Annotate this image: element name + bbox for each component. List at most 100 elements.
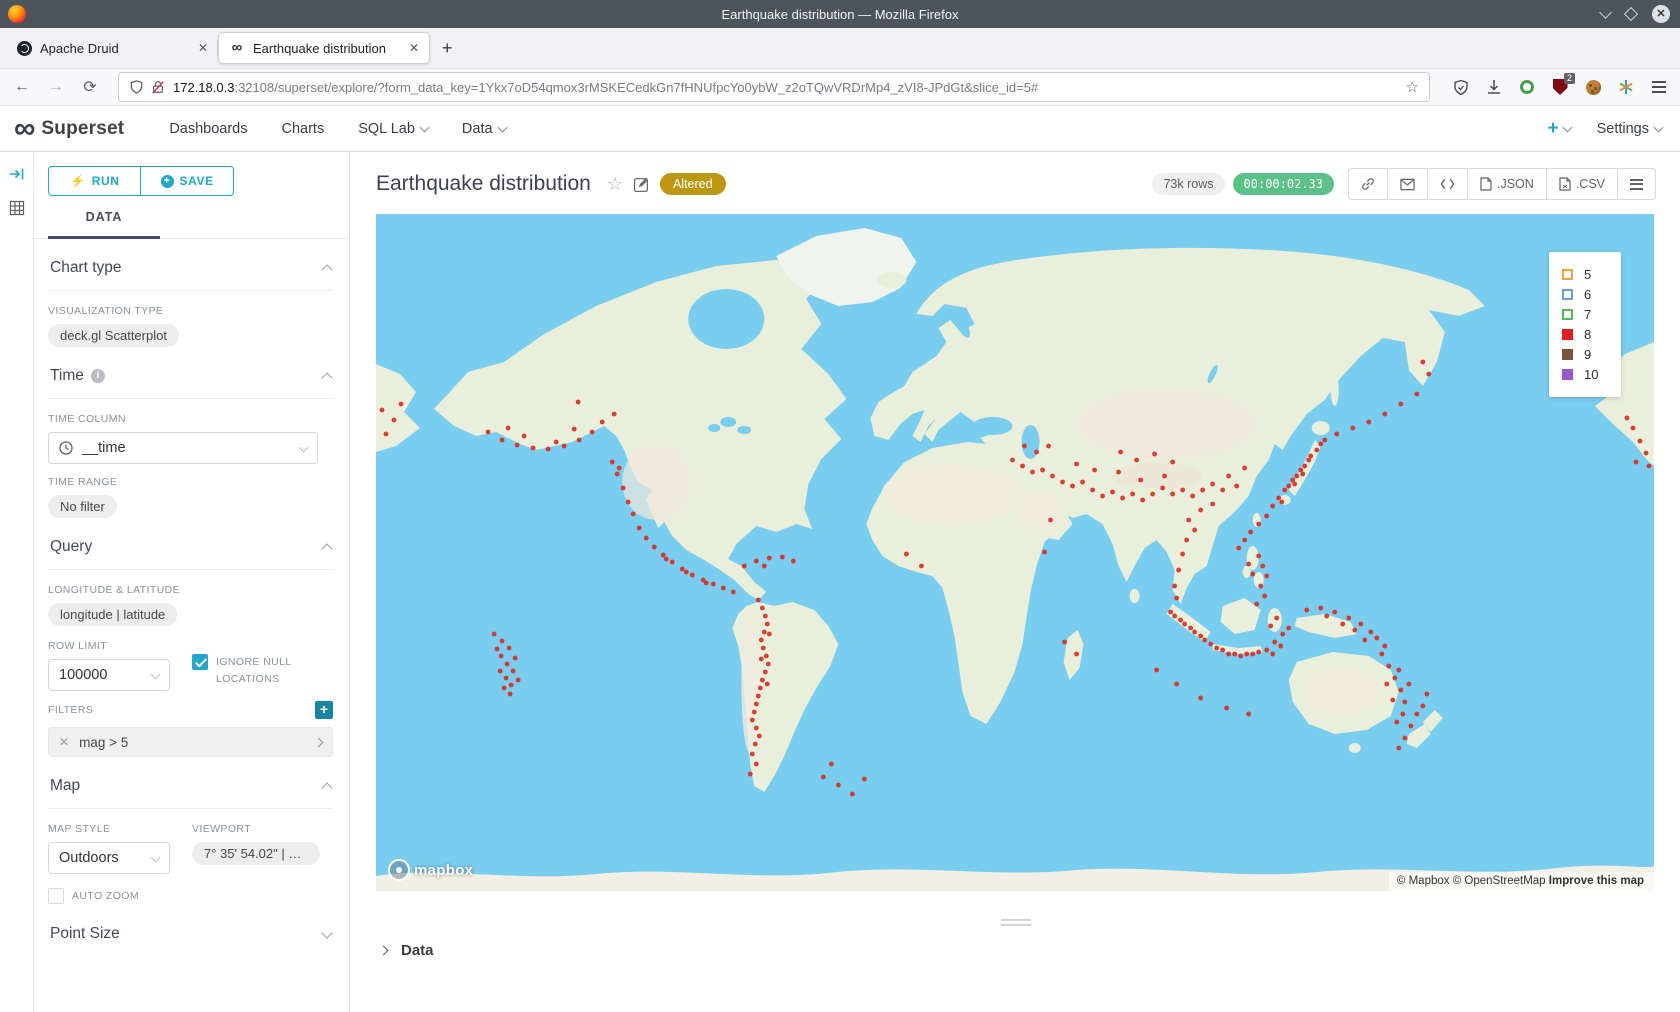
auto-zoom-checkbox[interactable] xyxy=(48,888,64,904)
superset-favicon-icon: ∞ xyxy=(229,40,245,56)
browser-toolbar: ← → ⟳ 172.18.0.3:32108/superset/explore/… xyxy=(0,68,1680,106)
attribution-osm-link[interactable]: © OpenStreetMap xyxy=(1453,875,1546,887)
favorite-star-icon[interactable]: ☆ xyxy=(607,174,623,195)
export-json-button[interactable]: .JSON xyxy=(1467,169,1546,199)
section-query[interactable]: Query xyxy=(48,518,333,569)
forward-button[interactable]: → xyxy=(46,78,66,96)
shield-permissions-icon[interactable] xyxy=(129,79,144,95)
nav-charts[interactable]: Charts xyxy=(282,121,325,137)
firefox-icon xyxy=(8,5,26,23)
superset-logo[interactable]: ∞ Superset xyxy=(14,116,124,142)
landmasses xyxy=(376,228,1654,891)
embed-code-button[interactable] xyxy=(1427,169,1467,199)
deckgl-scatter-map[interactable]: 5 6 7 8 9 10 mapbox © Mapbox © OpenStreetMap … xyxy=(376,214,1654,891)
back-button[interactable]: ← xyxy=(12,78,32,96)
dataset-grid-icon[interactable] xyxy=(9,200,25,216)
run-button[interactable]: ⚡RUN xyxy=(48,166,142,196)
nav-data[interactable]: Data xyxy=(462,121,506,137)
tab-label: Apache Druid xyxy=(40,41,190,56)
map-style-select[interactable]: Outdoors xyxy=(48,842,170,874)
legend-swatch-icon xyxy=(1562,289,1573,300)
attribution-mapbox-link[interactable]: © Mapbox xyxy=(1397,875,1450,887)
edit-properties-icon[interactable] xyxy=(633,176,650,193)
time-column-select[interactable]: __time xyxy=(48,432,318,464)
section-point-size[interactable]: Point Size xyxy=(48,905,333,956)
section-chart-type[interactable]: Chart type xyxy=(48,239,333,290)
panel-resize-handle[interactable] xyxy=(1001,919,1031,926)
data-panel-label: Data xyxy=(401,942,434,959)
legend-item[interactable]: 9 xyxy=(1562,347,1607,362)
time-range-label: TIME RANGE xyxy=(48,476,333,488)
ignore-null-checkbox[interactable] xyxy=(192,654,208,670)
menu-icon[interactable] xyxy=(1650,78,1668,96)
filters-label: FILTERS xyxy=(48,704,93,716)
new-tab-button[interactable]: + xyxy=(442,38,453,59)
window-shade-icon[interactable] xyxy=(1599,6,1612,19)
legend-item[interactable]: 8 xyxy=(1562,327,1607,342)
asterisk-extension-icon[interactable] xyxy=(1617,78,1635,96)
mapbox-logo[interactable]: mapbox xyxy=(388,859,473,881)
control-panel: ⚡RUN +SAVE DATA Chart type VISUALIZATION… xyxy=(34,152,350,1012)
tab-close-icon[interactable]: ✕ xyxy=(198,41,208,55)
altered-badge[interactable]: Altered xyxy=(660,173,726,195)
chart-container: Earthquake distribution ☆ Altered 73k ro… xyxy=(350,152,1680,1012)
legend-item[interactable]: 6 xyxy=(1562,287,1607,302)
new-item-button[interactable]: + xyxy=(1547,118,1570,140)
protections-shield-icon[interactable] xyxy=(1452,78,1470,96)
row-limit-select[interactable]: 100000 xyxy=(48,659,170,691)
email-button[interactable] xyxy=(1387,169,1427,199)
nav-dashboards[interactable]: Dashboards xyxy=(169,121,247,137)
ublock-shield-icon[interactable]: 2 xyxy=(1551,78,1569,96)
expand-panel-icon[interactable] xyxy=(9,166,25,182)
tab-earthquake-distribution[interactable]: ∞ Earthquake distribution ✕ xyxy=(218,32,430,64)
legend-item[interactable]: 10 xyxy=(1562,367,1607,382)
legend-swatch-icon xyxy=(1562,309,1573,320)
legend-item[interactable]: 7 xyxy=(1562,307,1607,322)
nav-sql-lab[interactable]: SQL Lab xyxy=(358,121,428,137)
remove-filter-icon[interactable]: ✕ xyxy=(59,735,69,749)
plus-circle-icon: + xyxy=(161,175,174,188)
legend-swatch-icon xyxy=(1562,369,1573,380)
filter-chip[interactable]: ✕ mag > 5 xyxy=(48,727,333,757)
bolt-icon: ⚡ xyxy=(70,174,86,188)
ignore-null-label: IGNORE NULL LOCATIONS xyxy=(216,654,326,688)
info-icon: i xyxy=(91,369,105,383)
chevron-down-icon xyxy=(299,442,309,452)
save-button[interactable]: +SAVE xyxy=(140,166,234,196)
brand-name: Superset xyxy=(41,118,124,140)
extension-green-icon[interactable] xyxy=(1518,78,1536,96)
downloads-icon[interactable] xyxy=(1485,78,1503,96)
export-csv-button[interactable]: .CSV xyxy=(1546,169,1617,199)
druid-favicon-icon xyxy=(16,40,32,56)
cookie-extension-icon[interactable] xyxy=(1584,78,1602,96)
chevron-down-icon xyxy=(151,852,161,862)
url-input[interactable]: 172.18.0.3:32108/superset/explore/?form_… xyxy=(118,72,1430,102)
lonlat-label: LONGITUDE & LATITUDE xyxy=(48,584,333,596)
data-collapse-panel[interactable]: Data xyxy=(376,942,1656,959)
window-maximize-icon[interactable] xyxy=(1624,7,1638,21)
url-text: 172.18.0.3:32108/superset/explore/?form_… xyxy=(173,80,1398,95)
window-close-button[interactable]: ✕ xyxy=(1652,5,1670,23)
viewport-value[interactable]: 7° 35' 54.02" | 31... xyxy=(192,842,320,865)
time-range-value[interactable]: No filter xyxy=(48,495,117,518)
reload-button[interactable]: ⟳ xyxy=(80,77,100,97)
map-attribution: © Mapbox © OpenStreetMap Improve this ma… xyxy=(1389,872,1654,891)
tab-close-icon[interactable]: ✕ xyxy=(409,41,419,55)
chevron-down-icon xyxy=(497,122,507,132)
section-map[interactable]: Map xyxy=(48,757,333,808)
add-filter-button[interactable]: + xyxy=(315,701,333,719)
chart-menu-button[interactable] xyxy=(1617,169,1655,199)
settings-menu[interactable]: Settings xyxy=(1597,121,1662,137)
tab-apache-druid[interactable]: Apache Druid ✕ xyxy=(6,32,218,64)
viz-type-value[interactable]: deck.gl Scatterplot xyxy=(48,324,179,347)
tab-data[interactable]: DATA xyxy=(48,210,160,239)
share-link-button[interactable] xyxy=(1349,169,1387,199)
lonlat-value[interactable]: longitude | latitude xyxy=(48,603,177,626)
insecure-lock-icon[interactable] xyxy=(151,79,165,95)
legend-item[interactable]: 5 xyxy=(1562,267,1607,282)
section-time[interactable]: Timei xyxy=(48,347,333,398)
ublock-badge: 2 xyxy=(1564,73,1575,84)
chevron-up-icon xyxy=(321,264,332,275)
improve-map-link[interactable]: Improve this map xyxy=(1549,875,1644,887)
bookmark-star-icon[interactable]: ☆ xyxy=(1406,78,1419,96)
